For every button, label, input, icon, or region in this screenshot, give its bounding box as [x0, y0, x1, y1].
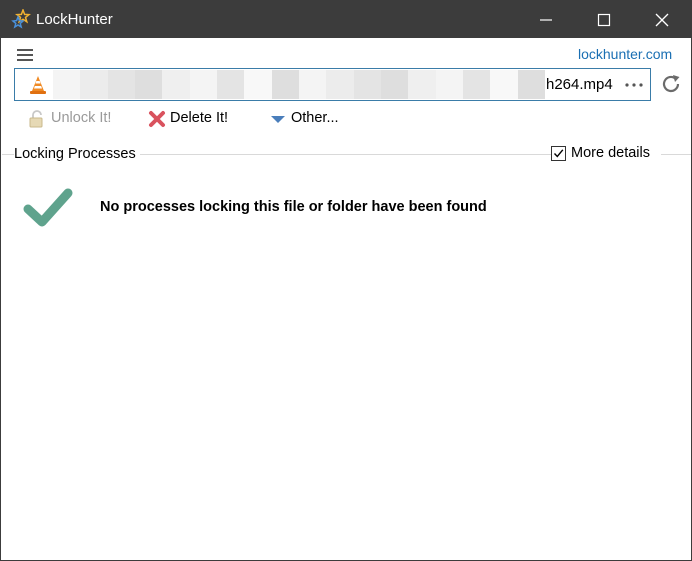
obscured-cell	[217, 84, 245, 99]
obscured-cell	[490, 70, 518, 85]
hamburger-icon[interactable]	[16, 46, 36, 62]
delete-x-icon	[149, 111, 165, 127]
obscured-cell	[353, 84, 381, 99]
obscured-cell	[135, 70, 163, 85]
refresh-icon[interactable]	[660, 73, 682, 95]
checkmark-icon	[23, 188, 73, 227]
obscured-cell	[435, 84, 463, 99]
delete-button[interactable]: Delete It!	[148, 109, 238, 129]
more-details-checkbox[interactable]	[551, 146, 566, 161]
obscured-cell	[244, 70, 272, 85]
obscured-cell	[80, 70, 108, 85]
obscured-cell	[217, 70, 245, 85]
more-details-label: More details	[571, 145, 650, 161]
obscured-cell	[271, 84, 299, 99]
obscured-cell	[490, 84, 518, 99]
delete-label: Delete It!	[170, 110, 229, 126]
lockhunter-site-link[interactable]: lockhunter.com	[578, 46, 672, 62]
obscured-cell	[53, 70, 81, 85]
close-button[interactable]	[633, 1, 691, 38]
obscured-cell	[299, 70, 327, 85]
checkmark-small-icon	[553, 149, 564, 158]
obscured-cell	[517, 70, 545, 85]
obscured-cell	[244, 84, 272, 99]
obscured-cell	[162, 70, 190, 85]
obscured-cell	[135, 84, 163, 99]
window-title: LockHunter	[36, 11, 113, 28]
obscured-cell	[353, 70, 381, 85]
obscured-cell	[517, 84, 545, 99]
obscured-cell	[107, 70, 135, 85]
obscured-cell	[408, 70, 436, 85]
locking-processes-title: Locking Processes	[14, 146, 140, 162]
unlock-padlock-icon	[29, 110, 43, 128]
obscured-cell	[162, 84, 190, 99]
lockhunter-star-icon	[11, 9, 31, 29]
unlock-label: Unlock It!	[51, 110, 112, 126]
file-path-field[interactable]: h264.mp4	[14, 68, 651, 101]
obscured-cell	[189, 70, 217, 85]
minimize-button[interactable]	[517, 1, 575, 38]
obscured-cell	[326, 84, 354, 99]
obscured-cell	[53, 84, 81, 99]
minimize-icon	[540, 19, 552, 21]
title-bar[interactable]: LockHunter	[1, 1, 691, 38]
close-icon	[655, 13, 669, 27]
obscured-cell	[299, 84, 327, 99]
obscured-cell	[435, 70, 463, 85]
vlc-cone-icon	[30, 76, 46, 94]
lockhunter-window: LockHunter lockhunter.com h264.mp4 Unloc…	[0, 0, 692, 561]
obscured-path-text	[53, 70, 545, 99]
other-menu-button[interactable]: Other...	[269, 109, 344, 129]
status-message: No processes locking this file or folder…	[100, 199, 487, 215]
file-path-text: h264.mp4	[546, 76, 613, 93]
obscured-cell	[381, 84, 409, 99]
obscured-cell	[381, 70, 409, 85]
obscured-cell	[107, 84, 135, 99]
obscured-cell	[80, 84, 108, 99]
unlock-button[interactable]: Unlock It!	[28, 109, 123, 129]
obscured-cell	[271, 70, 299, 85]
obscured-cell	[463, 70, 491, 85]
more-details-toggle[interactable]: More details	[551, 145, 661, 163]
obscured-cell	[326, 70, 354, 85]
obscured-cell	[463, 84, 491, 99]
obscured-cell	[189, 84, 217, 99]
dropdown-triangle-icon	[271, 116, 285, 123]
maximize-button[interactable]	[575, 1, 633, 38]
maximize-icon	[597, 13, 611, 27]
other-label: Other...	[291, 110, 339, 126]
more-ellipsis-icon[interactable]	[625, 83, 643, 87]
obscured-cell	[408, 84, 436, 99]
